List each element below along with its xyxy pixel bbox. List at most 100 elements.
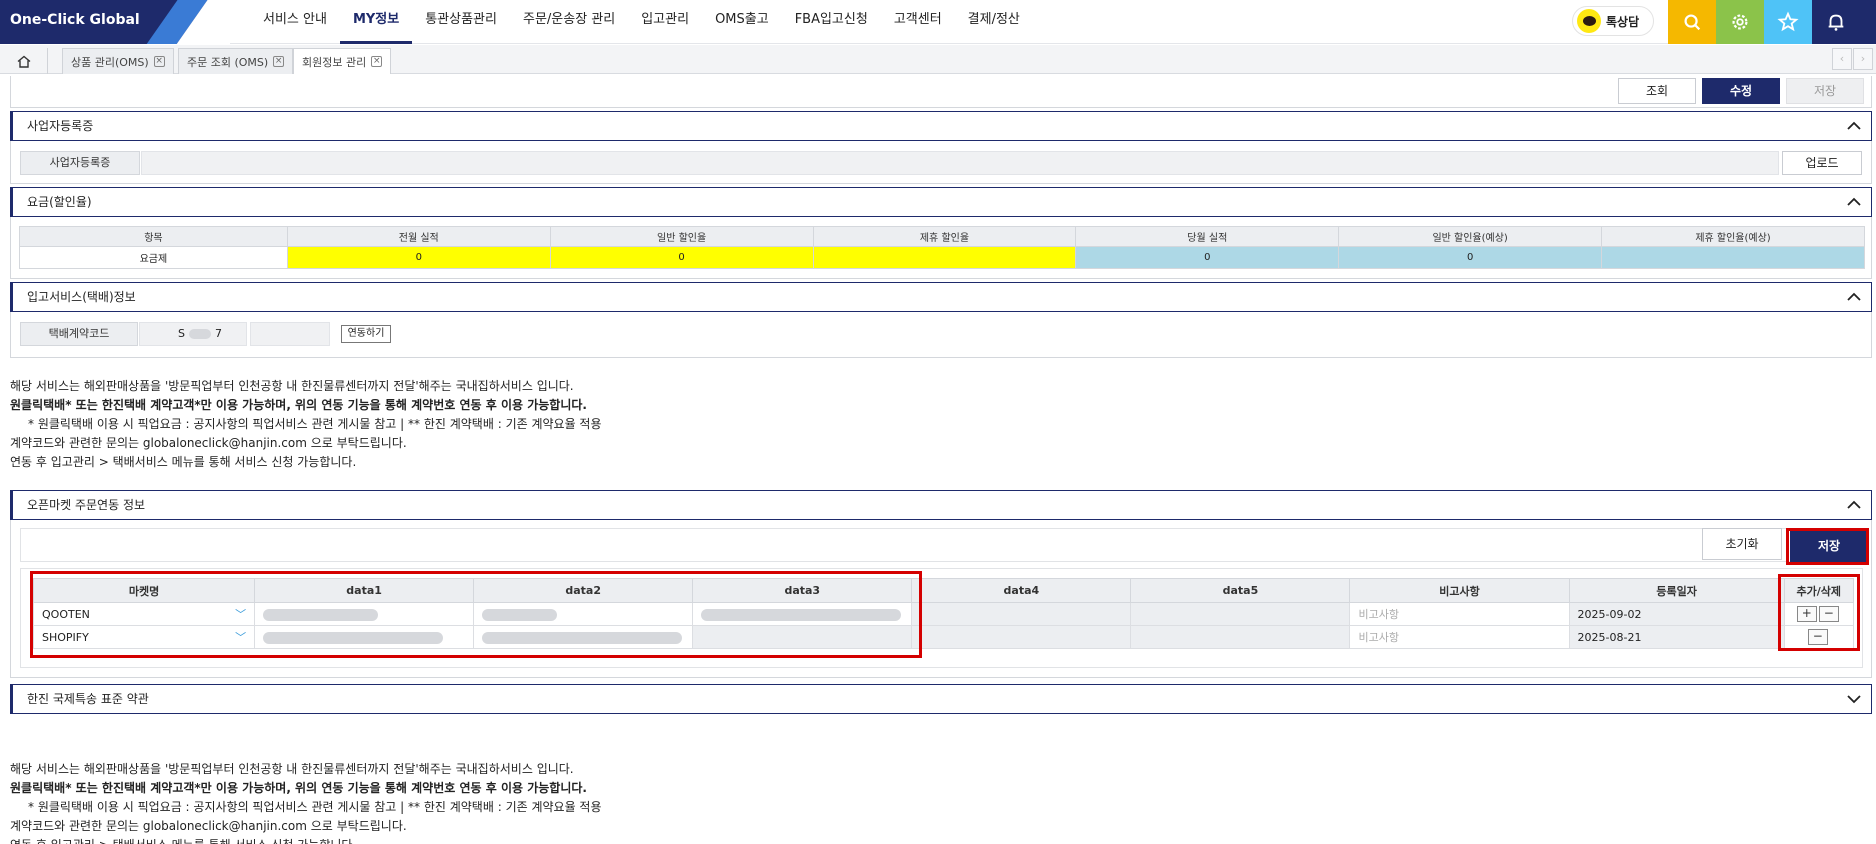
chevron-up-icon[interactable] [1847, 500, 1861, 510]
tab-next-button[interactable]: › [1853, 48, 1873, 70]
tab-order-oms[interactable]: 주문 조회 (OMS) × [178, 48, 294, 74]
memo-placeholder: 비고사항 [1358, 608, 1399, 621]
courier-code-field-2[interactable] [250, 322, 330, 346]
notice-line: * 원클릭택배 이용 시 픽업요금 : 공지사항의 픽업서비스 관련 게시물 참… [28, 417, 602, 431]
favorites-quick-button[interactable] [1764, 0, 1812, 44]
masked-value [482, 631, 683, 644]
home-tab[interactable] [0, 48, 48, 74]
courier-code-prefix: S [178, 327, 185, 340]
data4-input[interactable] [911, 602, 1132, 626]
table-row: QOOTEN ﹀ 비고사항 2025-09-02 + − [32, 602, 1855, 626]
tab-member-info[interactable]: 회원정보 관리 × [293, 48, 392, 74]
market-header: 등록일자 [1568, 578, 1785, 603]
market-select[interactable]: SHOPIFY ﹀ [32, 625, 256, 649]
register-date: 2025-08-21 [1568, 625, 1785, 649]
delete-row-button[interactable]: − [1807, 629, 1828, 645]
market-select[interactable]: QOOTEN ﹀ [32, 602, 256, 626]
fee-row: 요금제 0 0 0 0 [19, 246, 1865, 269]
section-title: 오픈마켓 주문연동 정보 [27, 498, 146, 512]
courier-code-field[interactable]: S7 [139, 322, 247, 346]
chevron-up-icon[interactable] [1847, 197, 1861, 207]
memo-input[interactable]: 비고사항 [1349, 602, 1570, 626]
fee-table: 항목 전월 실적 일반 할인율 제휴 할인율 당월 실적 일반 할인율(예상) … [19, 226, 1865, 269]
data3-input[interactable] [692, 602, 913, 626]
data2-input[interactable] [473, 602, 694, 626]
edit-button[interactable]: 수정 [1702, 78, 1780, 104]
market-header: data5 [1130, 578, 1351, 603]
fee-header: 전월 실적 [286, 226, 551, 247]
market-name: QOOTEN [42, 607, 90, 621]
close-icon[interactable]: × [273, 56, 285, 67]
section-courier[interactable]: 입고서비스(택배)정보 [10, 282, 1872, 312]
nav-item-fba[interactable]: FBA입고신청 [782, 0, 881, 44]
market-header: 마켓명 [32, 578, 256, 603]
brand-logo[interactable]: One-Click Global [0, 0, 230, 44]
market-header: 추가/삭제 [1783, 578, 1855, 603]
section-business-license[interactable]: 사업자등록증 [10, 111, 1872, 141]
kakao-chat-button[interactable]: 톡상담 [1572, 6, 1654, 36]
link-courier-button[interactable]: 연동하기 [341, 325, 391, 343]
close-icon[interactable]: × [153, 56, 165, 67]
section-terms[interactable]: 한진 국제특송 표준 약관 [10, 684, 1872, 714]
tab-product-oms[interactable]: 상품 관리(OMS) × [62, 48, 174, 74]
fee-header: 제휴 할인율(예상) [1601, 226, 1865, 247]
settings-quick-button[interactable] [1716, 0, 1764, 44]
save-button-disabled[interactable]: 저장 [1786, 78, 1864, 104]
main-nav: 서비스 안내 MY정보 통관상품관리 주문/운송장 관리 입고관리 OMS출고 … [250, 0, 1033, 44]
business-license-file-field[interactable] [141, 151, 1779, 175]
data3-input[interactable] [692, 625, 913, 649]
masked-value [263, 631, 444, 644]
nav-item-orders[interactable]: 주문/운송장 관리 [510, 0, 628, 44]
fee-header: 일반 할인율(예상) [1338, 226, 1603, 247]
service-notice: 해당 서비스는 해외판매상품을 '방문픽업부터 인천공항 내 한진물류센터까지 … [10, 377, 602, 472]
notification-quick-button[interactable] [1812, 0, 1860, 44]
data2-input[interactable] [473, 625, 694, 649]
chevron-down-icon: ﹀ [235, 608, 247, 621]
table-row: SHOPIFY ﹀ 비고사항 2025-08-21 − [32, 625, 1855, 649]
nav-item-billing[interactable]: 결제/정산 [955, 0, 1033, 44]
add-delete-cell: − [1783, 625, 1855, 649]
nav-item-inbound[interactable]: 입고관리 [628, 0, 702, 44]
data1-input[interactable] [254, 625, 475, 649]
notice-line: 해당 서비스는 해외판매상품을 '방문픽업부터 인천공항 내 한진물류센터까지 … [10, 762, 574, 776]
market-save-button[interactable]: 저장 [1790, 530, 1868, 562]
fee-header: 당월 실적 [1075, 226, 1340, 247]
masked-value [701, 608, 902, 621]
chevron-down-icon[interactable] [1847, 694, 1861, 704]
gear-icon [1732, 14, 1748, 30]
nav-item-my-info[interactable]: MY정보 [339, 0, 413, 44]
tab-prev-button[interactable]: ‹ [1832, 48, 1852, 70]
home-icon [17, 55, 30, 68]
business-license-label: 사업자등록증 [20, 151, 140, 175]
upload-button[interactable]: 업로드 [1782, 151, 1862, 175]
tab-label: 상품 관리(OMS) [71, 55, 149, 69]
top-header: One-Click Global 서비스 안내 MY정보 통관상품관리 주문/운… [0, 0, 1876, 44]
chat-label: 톡상담 [1606, 14, 1640, 29]
section-fee[interactable]: 요금(할인율) [10, 187, 1872, 217]
data1-input[interactable] [254, 602, 475, 626]
section-open-market[interactable]: 오픈마켓 주문연동 정보 [10, 490, 1872, 520]
nav-item-support[interactable]: 고객센터 [881, 0, 955, 44]
courier-code-label: 택배계약코드 [20, 322, 138, 346]
bell-icon [1828, 14, 1844, 31]
add-row-button[interactable]: + [1796, 606, 1817, 622]
data5-input[interactable] [1130, 625, 1351, 649]
fee-cell-general-discount: 0 [549, 246, 814, 269]
fee-header: 제휴 할인율 [812, 226, 1077, 247]
nav-item-service[interactable]: 서비스 안내 [250, 0, 340, 44]
nav-item-oms[interactable]: OMS출고 [702, 0, 782, 44]
nav-item-customs[interactable]: 통관상품관리 [412, 0, 510, 44]
chevron-up-icon[interactable] [1847, 292, 1861, 302]
search-button[interactable]: 조회 [1618, 78, 1696, 104]
market-header: 비고사항 [1349, 578, 1570, 603]
data4-input[interactable] [911, 625, 1132, 649]
chevron-up-icon[interactable] [1847, 121, 1861, 131]
data5-input[interactable] [1130, 602, 1351, 626]
memo-input[interactable]: 비고사항 [1349, 625, 1570, 649]
reset-button[interactable]: 초기화 [1702, 528, 1782, 560]
close-icon[interactable]: × [371, 56, 383, 67]
market-name: SHOPIFY [42, 630, 89, 644]
section-title: 요금(할인율) [27, 195, 92, 209]
search-quick-button[interactable] [1668, 0, 1716, 44]
delete-row-button[interactable]: − [1818, 606, 1839, 622]
